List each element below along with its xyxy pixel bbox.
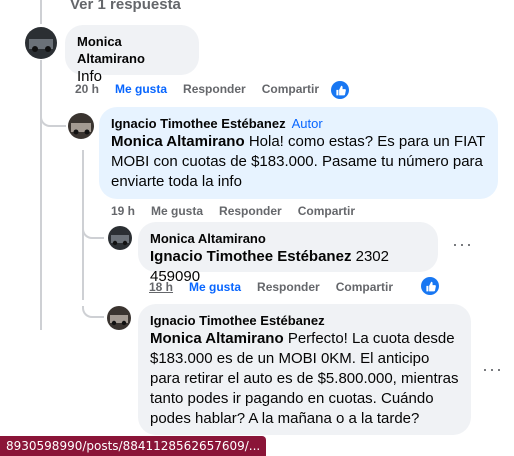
comment-time[interactable]: 20 h	[75, 82, 99, 96]
reply-button[interactable]: Responder	[219, 204, 282, 218]
more-options-button[interactable]: ···	[482, 359, 503, 380]
reply-button[interactable]: Responder	[257, 280, 320, 294]
comment-actions: 19 h Me gusta Responder Compartir	[111, 204, 355, 218]
reply-button[interactable]: Responder	[183, 82, 246, 96]
avatar[interactable]	[107, 306, 131, 330]
avatar[interactable]	[25, 27, 57, 59]
comment-actions: 20 h Me gusta Responder Compartir	[75, 82, 319, 96]
share-button[interactable]: Compartir	[336, 280, 393, 294]
comment-author[interactable]: Monica Altamirano	[77, 33, 187, 67]
more-options-button[interactable]: ···	[452, 234, 473, 255]
like-thumbs-up-icon[interactable]	[421, 277, 439, 295]
mention-link[interactable]: Ignacio Timothee Estébanez	[150, 248, 351, 265]
thread-rail-curve	[40, 115, 66, 127]
comment-actions: 18 h Me gusta Responder Compartir	[149, 280, 393, 294]
comment-bubble: Ignacio Timothee Estébanez Monica Altami…	[138, 304, 471, 435]
comment-bubble: Monica Altamirano Info	[65, 25, 199, 85]
author-badge: Autor	[291, 116, 323, 131]
comment-author[interactable]: Ignacio Timothee Estébanez	[111, 116, 286, 131]
share-button[interactable]: Compartir	[298, 204, 355, 218]
like-button[interactable]: Me gusta	[189, 280, 241, 294]
comment-author[interactable]: Monica Altamirano	[150, 230, 426, 247]
comment-text: Monica Altamirano Hola! como estas? Es p…	[111, 132, 486, 192]
comment-author-line: Ignacio Timothee Estébanez Autor	[111, 115, 486, 132]
avatar[interactable]	[68, 113, 94, 139]
like-thumbs-up-icon[interactable]	[331, 81, 349, 99]
comment-text: Monica Altamirano Perfecto! La cuota des…	[150, 329, 459, 429]
comment-author[interactable]: Ignacio Timothee Estébanez	[150, 312, 459, 329]
thread-rail-connector	[40, 0, 42, 24]
status-bar-url: 8930598990/posts/8841128562657609/...	[0, 436, 267, 456]
like-button[interactable]: Me gusta	[151, 204, 203, 218]
comment-bubble: Ignacio Timothee Estébanez Autor Monica A…	[99, 107, 498, 199]
thread-rail	[40, 60, 42, 330]
avatar[interactable]	[108, 226, 132, 250]
reply-rail	[82, 150, 84, 300]
view-replies-link[interactable]: Ver 1 respuesta	[70, 0, 181, 13]
comment-bubble: Monica Altamirano Ignacio Timothee Estéb…	[138, 222, 438, 285]
comment-time[interactable]: 19 h	[111, 204, 135, 218]
view-replies-label: Ver 1 respuesta	[70, 0, 181, 13]
share-button[interactable]: Compartir	[262, 82, 319, 96]
reply-rail-curve	[82, 227, 104, 239]
mention-link[interactable]: Monica Altamirano	[150, 330, 284, 347]
reply-rail-curve-2	[82, 306, 104, 318]
mention-link[interactable]: Monica Altamirano	[111, 133, 245, 150]
comment-time[interactable]: 18 h	[149, 280, 173, 294]
like-button[interactable]: Me gusta	[115, 82, 167, 96]
